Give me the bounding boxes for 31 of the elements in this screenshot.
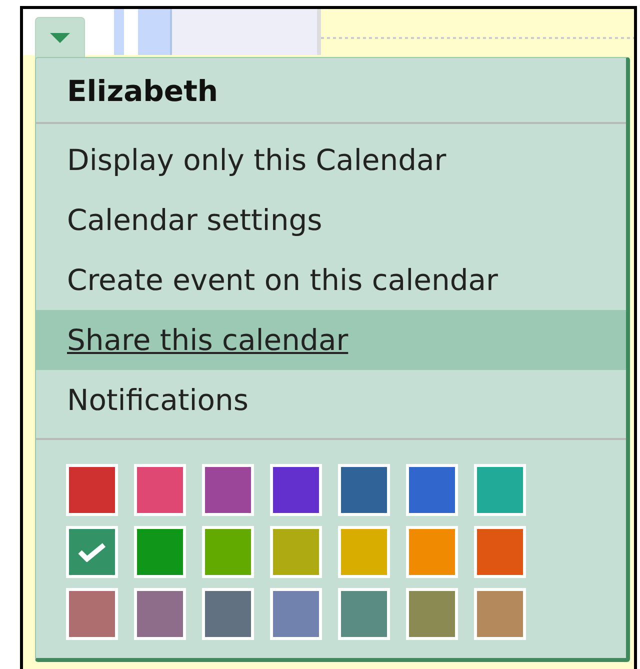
color-swatch[interactable] [134,588,186,640]
color-swatch[interactable] [134,464,186,516]
color-swatch[interactable] [474,464,526,516]
column-background [114,9,124,55]
color-swatch[interactable] [270,464,322,516]
color-swatch[interactable] [338,464,390,516]
color-swatch[interactable] [202,464,254,516]
checkmark-icon [78,542,106,562]
color-swatch[interactable] [406,588,458,640]
menu-item[interactable]: Calendar settings [36,190,626,250]
menu-item[interactable]: Create event on this calendar [36,250,626,310]
dropdown-button[interactable] [35,17,85,59]
color-swatch[interactable] [338,526,390,578]
color-swatch[interactable] [270,588,322,640]
menu-item[interactable]: Share this calendar [36,310,626,370]
color-swatch[interactable] [474,588,526,640]
color-swatch[interactable] [134,526,186,578]
calendar-name: Elizabeth [66,73,220,110]
color-swatch[interactable] [66,588,118,640]
color-swatch[interactable] [66,464,118,516]
color-swatch[interactable] [270,526,322,578]
color-swatch[interactable] [338,588,390,640]
menu-item[interactable]: Notifications [36,370,626,430]
color-swatch[interactable] [406,464,458,516]
color-swatch[interactable] [202,526,254,578]
color-swatch[interactable] [406,526,458,578]
color-swatch[interactable] [474,526,526,578]
menu-item[interactable]: Display only this Calendar [36,130,626,190]
color-swatch[interactable] [66,526,118,578]
caret-icon [50,33,70,43]
color-swatch[interactable] [202,588,254,640]
